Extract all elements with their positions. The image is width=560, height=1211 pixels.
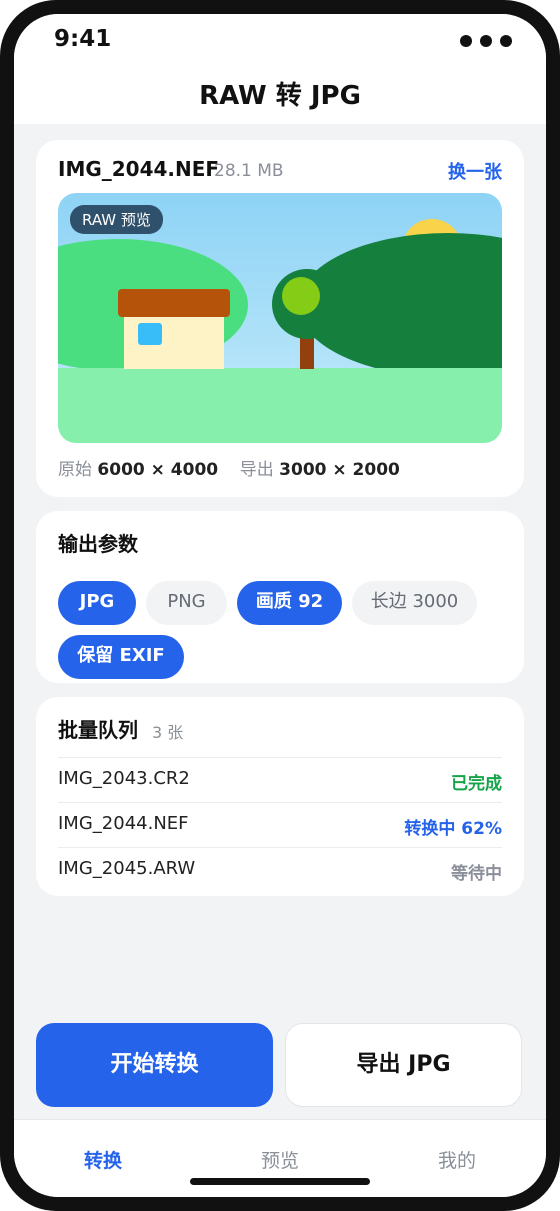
queue-count: 3 张 (152, 723, 184, 742)
raw-preview-image: RAW 预览 (58, 193, 502, 443)
queue-item[interactable]: IMG_2045.ARW 等待中 (58, 847, 502, 893)
output-params-title: 输出参数 (58, 532, 138, 556)
batch-queue-card: 批量队列 3 张 IMG_2043.CR2 已完成 IMG_2044.NEF 转… (36, 697, 524, 896)
house-window-shape (138, 323, 162, 345)
tab-convert[interactable]: 转换 (43, 1146, 163, 1173)
chip-quality[interactable]: 画质 92 (237, 581, 342, 625)
queue-title: 批量队列 (58, 718, 138, 742)
original-label: 原始 (58, 460, 92, 480)
swap-image-button[interactable]: 换一张 (448, 158, 502, 184)
status-icons (460, 35, 512, 47)
house-roof-shape (118, 289, 230, 317)
raw-preview-badge: RAW 预览 (70, 205, 163, 234)
start-conversion-button[interactable]: 开始转换 (36, 1023, 273, 1107)
chip-format-png[interactable]: PNG (146, 581, 227, 625)
file-size: 28.1 MB (214, 161, 284, 181)
status-bar: 9:41 (14, 14, 546, 72)
queue-item[interactable]: IMG_2043.CR2 已完成 (58, 757, 502, 803)
tree-highlight-shape (282, 277, 320, 315)
nav-bar: RAW 转 JPG (14, 72, 546, 124)
tab-mine[interactable]: 我的 (397, 1146, 517, 1173)
status-dot-icon (460, 35, 472, 47)
queue-item-name: IMG_2044.NEF (58, 813, 189, 834)
queue-item-status: 转换中 62% (404, 819, 502, 839)
status-time: 9:41 (54, 26, 112, 52)
ground-shape (58, 368, 502, 443)
screen: 9:41 RAW 转 JPG IMG_2044.NEF 28.1 MB 换一张 (14, 14, 546, 1197)
queue-item-status: 等待中 (451, 864, 502, 884)
queue-item-name: IMG_2043.CR2 (58, 768, 190, 789)
chip-format-jpg[interactable]: JPG (58, 581, 136, 625)
phone-frame: 9:41 RAW 转 JPG IMG_2044.NEF 28.1 MB 换一张 (0, 0, 560, 1211)
output-params-card: 输出参数 JPG PNG 画质 92 长边 3000 保留 EXIF (36, 511, 524, 683)
status-dot-icon (500, 35, 512, 47)
queue-item-status: 已完成 (451, 774, 502, 794)
chip-long-edge[interactable]: 长边 3000 (352, 581, 477, 625)
queue-item-name: IMG_2045.ARW (58, 858, 196, 879)
file-card: IMG_2044.NEF 28.1 MB 换一张 RAW 预览 原始 6000 … (36, 140, 524, 497)
export-jpg-button[interactable]: 导出 JPG (285, 1023, 522, 1107)
tab-preview[interactable]: 预览 (220, 1146, 340, 1173)
original-dimensions: 6000 × 4000 (97, 460, 219, 480)
chip-keep-exif[interactable]: 保留 EXIF (58, 635, 184, 679)
export-dimensions: 3000 × 2000 (279, 460, 400, 480)
export-label: 导出 (239, 460, 274, 480)
home-indicator (190, 1178, 370, 1185)
file-name: IMG_2044.NEF (58, 157, 220, 181)
tab-bar: 转换 预览 我的 (14, 1119, 546, 1197)
page-title: RAW 转 JPG (199, 81, 361, 111)
queue-item[interactable]: IMG_2044.NEF 转换中 62% (58, 802, 502, 848)
dimensions-info: 原始 6000 × 4000 导出 3000 × 2000 (58, 455, 400, 480)
status-dot-icon (480, 35, 492, 47)
